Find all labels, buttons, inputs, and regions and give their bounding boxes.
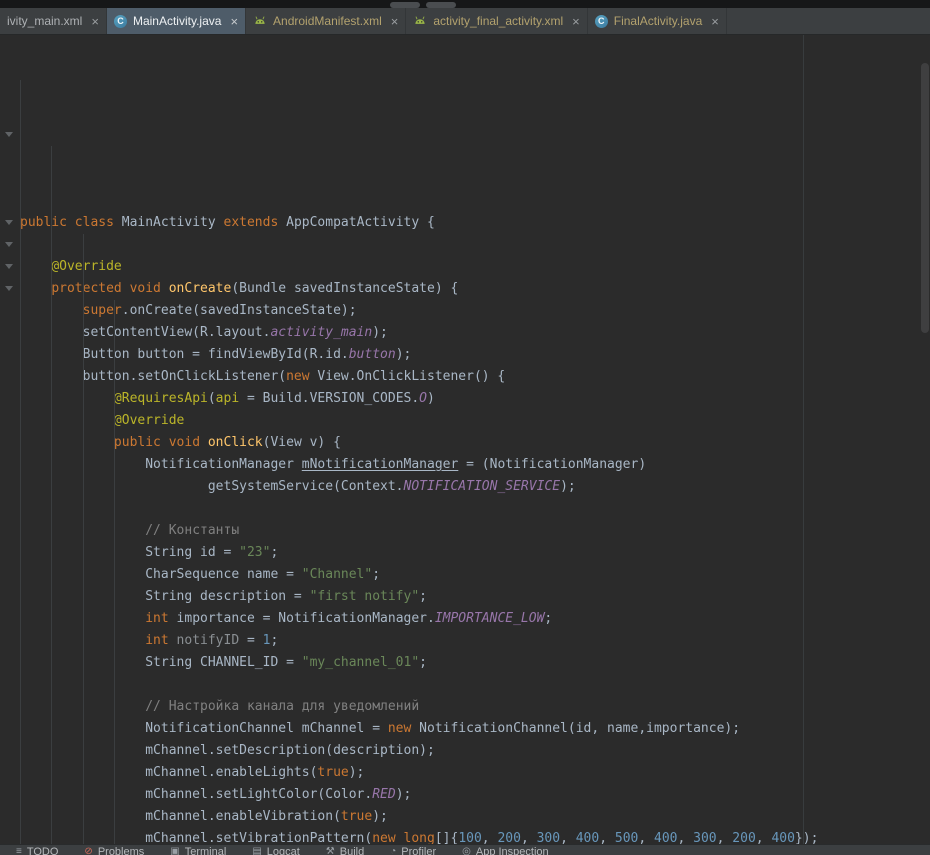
indent-guide	[83, 234, 84, 845]
terminal-icon: ▣	[170, 846, 179, 855]
toolwindow-label: Build	[340, 846, 364, 855]
tab-label: activity_final_activity.xml	[433, 14, 563, 28]
toolwindow-label: App Inspection	[476, 846, 549, 855]
code-line-1[interactable]: public class MainActivity extends AppCom…	[20, 212, 930, 234]
code-line-14[interactable]	[20, 498, 930, 520]
fold-arrow-icon[interactable]	[5, 242, 13, 247]
tab-label: FinalActivity.java	[614, 14, 702, 28]
main-toolbar-cropped	[0, 0, 930, 8]
code-line-18[interactable]: String description = "first notify";	[20, 586, 930, 608]
fold-arrow-icon[interactable]	[5, 220, 13, 225]
java-class-icon: C	[595, 15, 608, 28]
code-line-9[interactable]: @RequiresApi(api = Build.VERSION_CODES.O…	[20, 388, 930, 410]
android-icon	[413, 14, 427, 28]
toolwindow-button-profiler[interactable]: ◔ Profiler	[390, 846, 436, 855]
java-class-icon: C	[114, 15, 127, 28]
code-line-16[interactable]: String id = "23";	[20, 542, 930, 564]
tab-mainactivity-java[interactable]: C MainActivity.java ×	[107, 8, 246, 34]
code-line-23[interactable]: // Настройка канала для уведомлений	[20, 696, 930, 718]
tab-close-icon[interactable]: ×	[572, 15, 580, 28]
indent-guide	[114, 300, 115, 845]
android-icon	[253, 14, 267, 28]
code-line-13[interactable]: getSystemService(Context.NOTIFICATION_SE…	[20, 476, 930, 498]
toolwindow-button-terminal[interactable]: ▣ Terminal	[170, 846, 226, 855]
tab-label: MainActivity.java	[133, 14, 221, 28]
fold-arrow-icon[interactable]	[5, 264, 13, 269]
toolwindow-label: Logcat	[267, 846, 300, 855]
indent-guide	[20, 80, 21, 845]
right-margin-guide	[803, 35, 804, 845]
tab-activity-final-activity-xml[interactable]: activity_final_activity.xml ×	[406, 8, 587, 34]
code-line-26[interactable]: mChannel.enableLights(true);	[20, 762, 930, 784]
toolwindow-button-problems[interactable]: ⊘ Problems	[84, 846, 144, 855]
toolwindow-label: TODO	[27, 846, 59, 855]
toolwindow-label: Problems	[98, 846, 144, 855]
editor-tab-bar: ivity_main.xml×CMainActivity.java×Androi…	[0, 8, 930, 35]
app-inspection-icon: ◎	[462, 846, 471, 855]
tab-label: ivity_main.xml	[7, 14, 82, 28]
code-line-19[interactable]: int importance = NotificationManager.IMP…	[20, 608, 930, 630]
toolwindow-button-todo[interactable]: ≡ TODO	[16, 846, 58, 855]
code-line-21[interactable]: String CHANNEL_ID = "my_channel_01";	[20, 652, 930, 674]
indent-guide	[51, 146, 52, 845]
editor-pane[interactable]: public class MainActivity extends AppCom…	[0, 35, 930, 845]
code-line-25[interactable]: mChannel.setDescription(description);	[20, 740, 930, 762]
toolwindow-button-app-inspection[interactable]: ◎ App Inspection	[462, 846, 549, 855]
toolwindow-label: Terminal	[185, 846, 227, 855]
code-line-28[interactable]: mChannel.enableVibration(true);	[20, 806, 930, 828]
profiler-icon: ◔	[390, 846, 396, 855]
fold-arrow-icon[interactable]	[5, 286, 13, 291]
code-line-22[interactable]	[20, 674, 930, 696]
tab-close-icon[interactable]: ×	[91, 15, 99, 28]
bottom-tool-bar: ≡ TODO ⊘ Problems ▣ Terminal ▤ Logcat ⚒ Build ◔ Pro…	[0, 844, 930, 855]
tab-close-icon[interactable]: ×	[391, 15, 399, 28]
code-line-5[interactable]: super.onCreate(savedInstanceState);	[20, 300, 930, 322]
editor-scrollbar-thumb[interactable]	[921, 63, 929, 333]
logcat-icon: ▤	[252, 846, 261, 855]
tab-close-icon[interactable]: ×	[230, 15, 238, 28]
code-line-27[interactable]: mChannel.setLightColor(Color.RED);	[20, 784, 930, 806]
code-line-17[interactable]: CharSequence name = "Channel";	[20, 564, 930, 586]
build-hammer-icon: ⚒	[326, 846, 335, 855]
code-line-3[interactable]: @Override	[20, 256, 930, 278]
tab-finalactivity-java[interactable]: C FinalActivity.java ×	[588, 8, 727, 34]
tab-close-icon[interactable]: ×	[711, 15, 719, 28]
toolwindow-button-build[interactable]: ⚒ Build	[326, 846, 364, 855]
code-line-20[interactable]: int notifyID = 1;	[20, 630, 930, 652]
toolbar-fragment	[390, 2, 420, 8]
tab-androidmanifest-xml[interactable]: AndroidManifest.xml ×	[246, 8, 406, 34]
code-line-10[interactable]: @Override	[20, 410, 930, 432]
code-line-11[interactable]: public void onClick(View v) {	[20, 432, 930, 454]
toolwindow-label: Profiler	[401, 846, 436, 855]
tab-label: AndroidManifest.xml	[273, 14, 382, 28]
toolwindow-button-logcat[interactable]: ▤ Logcat	[252, 846, 299, 855]
code-line-6[interactable]: setContentView(R.layout.activity_main);	[20, 322, 930, 344]
code-line-4[interactable]: protected void onCreate(Bundle savedInst…	[20, 278, 930, 300]
toolbar-fragment	[426, 2, 456, 8]
code-area[interactable]: public class MainActivity extends AppCom…	[0, 35, 930, 845]
code-line-24[interactable]: NotificationChannel mChannel = new Notif…	[20, 718, 930, 740]
tab-ivity-main-xml[interactable]: ivity_main.xml ×	[0, 8, 107, 34]
code-line-8[interactable]: button.setOnClickListener(new View.OnCli…	[20, 366, 930, 388]
code-line-12[interactable]: NotificationManager mNotificationManager…	[20, 454, 930, 476]
fold-arrow-icon[interactable]	[5, 132, 13, 137]
code-line-29[interactable]: mChannel.setVibrationPattern(new long[]{…	[20, 828, 930, 845]
todo-icon: ≡	[16, 846, 22, 855]
problems-icon: ⊘	[84, 846, 92, 855]
code-line-2[interactable]	[20, 234, 930, 256]
code-line-15[interactable]: // Константы	[20, 520, 930, 542]
code-line-7[interactable]: Button button = findViewById(R.id.button…	[20, 344, 930, 366]
